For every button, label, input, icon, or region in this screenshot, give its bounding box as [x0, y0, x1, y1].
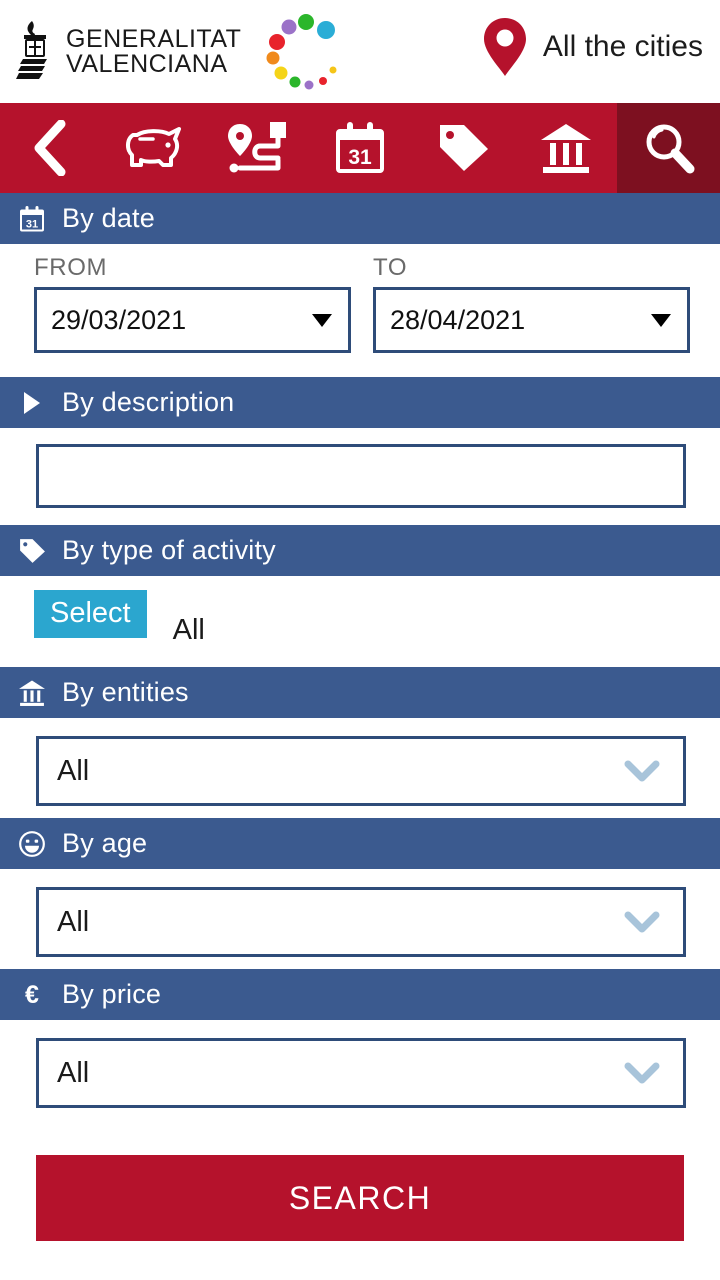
- activity-value: All: [172, 614, 205, 646]
- piggy-bank-icon: [126, 127, 182, 167]
- back-chevron-icon: [34, 120, 66, 176]
- date-to-label: TO: [373, 254, 408, 281]
- price-value: All: [57, 1056, 90, 1089]
- chevron-down-icon: [624, 760, 660, 782]
- calendar-31-icon: 31: [336, 122, 384, 173]
- search-submit-button[interactable]: SEARCH: [36, 1155, 684, 1241]
- description-input[interactable]: [36, 444, 686, 508]
- euro-icon: €: [16, 980, 48, 1010]
- nav-entities-button[interactable]: [514, 103, 617, 193]
- chevron-down-icon: [624, 1062, 660, 1084]
- price-dropdown[interactable]: All: [36, 1038, 686, 1108]
- main-navigation: 31: [0, 103, 720, 193]
- nav-activities-button[interactable]: [411, 103, 514, 193]
- culturarts-dots-logo-icon: [266, 13, 337, 89]
- date-to-group: TO 28/04/2021: [373, 254, 690, 377]
- age-value: All: [57, 905, 90, 938]
- search-action-area: SEARCH: [0, 1120, 720, 1241]
- date-from-select[interactable]: 29/03/2021: [34, 287, 351, 353]
- date-to-select[interactable]: 28/04/2021: [373, 287, 690, 353]
- section-header-description: By description: [0, 377, 720, 428]
- smiley-icon: [16, 830, 48, 858]
- map-pin-icon: [483, 18, 526, 76]
- svg-text:31: 31: [348, 146, 372, 169]
- chevron-down-icon: [312, 313, 332, 327]
- section-body-description: [0, 428, 720, 525]
- location-label: All the cities: [542, 30, 703, 63]
- tag-icon: [439, 125, 488, 171]
- triangle-right-icon: [16, 390, 48, 416]
- brand-header: GENERALITAT VALENCIANA All the cities: [0, 0, 720, 103]
- section-body-date: FROM 29/03/2021 TO 28/04/2021: [0, 244, 720, 377]
- section-title-date: By date: [62, 203, 155, 233]
- nav-savings-button[interactable]: [103, 103, 206, 193]
- svg-text:€: €: [25, 981, 39, 1009]
- date-from-group: FROM 29/03/2021: [34, 254, 351, 377]
- nav-back-button[interactable]: [0, 103, 103, 193]
- date-from-label: FROM: [34, 254, 108, 281]
- section-title-price: By price: [62, 979, 162, 1009]
- brand-line-1: GENERALITAT: [66, 24, 242, 53]
- section-title-description: By description: [62, 387, 235, 417]
- generalitat-valenciana-logo: GENERALITAT VALENCIANA: [14, 19, 241, 85]
- brand-wordmark: GENERALITAT VALENCIANA: [66, 24, 242, 78]
- tag-icon: [16, 537, 48, 565]
- chevron-down-icon: [651, 313, 671, 327]
- entities-value: All: [57, 754, 90, 787]
- section-body-entities: All: [0, 718, 720, 818]
- section-body-activity: Select All: [0, 576, 720, 667]
- entities-dropdown[interactable]: All: [36, 736, 686, 806]
- section-header-date: 31 By date: [0, 193, 720, 244]
- brand-line-2: VALENCIANA: [66, 49, 228, 78]
- section-header-activity: By type of activity: [0, 525, 720, 576]
- svg-text:31: 31: [26, 218, 38, 230]
- route-map-icon: [228, 122, 287, 173]
- section-title-entities: By entities: [62, 677, 189, 707]
- calendar-31-icon: 31: [16, 205, 48, 233]
- section-header-entities: By entities: [0, 667, 720, 718]
- search-icon: [646, 124, 695, 174]
- section-header-price: € By price: [0, 969, 720, 1020]
- section-body-age: All: [0, 869, 720, 969]
- activity-select-button[interactable]: Select: [34, 590, 147, 638]
- museum-icon: [16, 679, 48, 707]
- valencia-coat-of-arms-icon: [16, 20, 47, 79]
- date-from-value: 29/03/2021: [51, 304, 187, 335]
- location-selector[interactable]: All the cities: [481, 16, 703, 78]
- chevron-down-icon: [624, 911, 660, 933]
- date-to-value: 28/04/2021: [390, 304, 526, 335]
- section-title-activity: By type of activity: [62, 535, 276, 565]
- section-title-age: By age: [62, 828, 148, 858]
- nav-search-button[interactable]: [617, 103, 720, 193]
- nav-calendar-button[interactable]: 31: [309, 103, 412, 193]
- age-dropdown[interactable]: All: [36, 887, 686, 957]
- museum-icon: [540, 124, 591, 173]
- section-body-price: All: [0, 1020, 720, 1120]
- section-header-age: By age: [0, 818, 720, 869]
- nav-routes-button[interactable]: [206, 103, 309, 193]
